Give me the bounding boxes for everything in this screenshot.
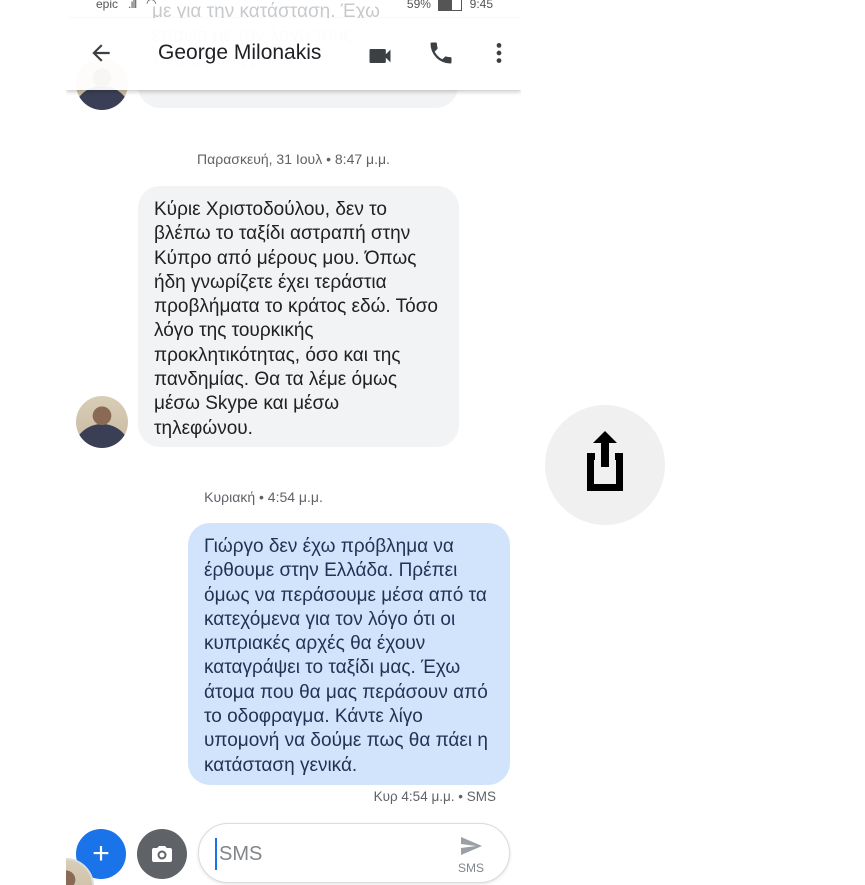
outgoing-message-bubble[interactable]: Γιώργο δεν έχω πρόβλημα να έρθουμε στην … <box>188 523 510 785</box>
message-timestamp: Κυριακή • 4:54 μ.μ. <box>204 489 323 505</box>
conversation-title: George Milonakis <box>158 41 322 64</box>
phone-screen: epic .ıll ◠ 59% 9:45 με για την κατάστασ… <box>66 0 521 885</box>
more-options-icon[interactable] <box>486 40 512 66</box>
incoming-message-bubble[interactable]: Κύριε Χριστοδούλου, δεν το βλέπω το ταξί… <box>138 186 459 447</box>
sms-compose-field[interactable]: SMS <box>198 823 510 883</box>
avatar[interactable] <box>76 396 128 448</box>
send-icon <box>461 837 482 855</box>
compose-bar: + SMS <box>66 822 521 885</box>
camera-button[interactable] <box>137 829 187 879</box>
phone-call-icon[interactable] <box>427 39 455 67</box>
carrier-label: epic <box>96 0 119 11</box>
video-call-icon[interactable] <box>366 42 394 70</box>
back-arrow-icon[interactable] <box>88 40 114 66</box>
send-label: SMS <box>457 861 484 875</box>
message-input[interactable] <box>215 838 441 870</box>
camera-icon <box>152 846 172 862</box>
app-bar: George Milonakis <box>66 18 521 90</box>
share-button[interactable] <box>545 405 665 525</box>
signal-icon: .ıll <box>128 0 137 11</box>
share-icon <box>587 431 623 491</box>
message-status: Κυρ 4:54 μ.μ. • SMS <box>373 789 496 804</box>
message-timestamp: Παρασκευή, 31 Ιουλ • 8:47 μ.μ. <box>197 151 390 167</box>
send-button[interactable]: SMS <box>455 834 487 875</box>
